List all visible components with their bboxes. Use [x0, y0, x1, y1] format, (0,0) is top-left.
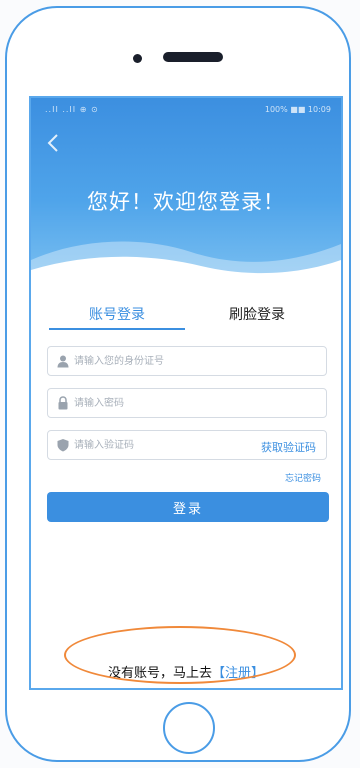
password-input[interactable]	[74, 389, 320, 417]
password-field	[47, 388, 327, 418]
register-prompt-text: 没有账号，马上去	[107, 666, 212, 681]
lock-icon	[58, 396, 68, 410]
welcome-title: 您好！欢迎您登录！	[87, 190, 285, 214]
tab-account-login[interactable]: 账号登录	[49, 304, 185, 324]
login-button[interactable]: 登录	[47, 492, 329, 522]
chevron-left-icon[interactable]	[45, 132, 61, 154]
user-icon	[57, 355, 69, 368]
id-number-field	[47, 346, 327, 376]
tab-face-login[interactable]: 刷脸登录	[189, 304, 325, 324]
header-banner: ..II ..II ⊕ ⊙ 100% ■■ 10:09 您好！欢迎您登录！	[31, 98, 341, 286]
active-tab-indicator	[49, 328, 185, 330]
register-link[interactable]: 【注册】	[212, 666, 264, 681]
register-prompt: 没有账号，马上去【注册】	[31, 662, 341, 681]
get-code-button[interactable]: 获取验证码	[261, 439, 316, 455]
page-canvas: ..II ..II ⊕ ⊙ 100% ■■ 10:09 您好！欢迎您登录！ 账号…	[0, 0, 360, 768]
home-button[interactable]	[163, 702, 215, 754]
phone-frame: ..II ..II ⊕ ⊙ 100% ■■ 10:09 您好！欢迎您登录！ 账号…	[5, 6, 351, 762]
forgot-password-link[interactable]: 忘记密码	[285, 471, 321, 484]
shield-icon	[57, 439, 69, 452]
verification-code-input[interactable]	[74, 431, 244, 459]
header-wave-decoration	[31, 241, 341, 286]
status-bar: ..II ..II ⊕ ⊙ 100% ■■ 10:09	[31, 98, 341, 120]
status-signal: ..II ..II ⊕ ⊙	[45, 105, 99, 114]
phone-screen: ..II ..II ⊕ ⊙ 100% ■■ 10:09 您好！欢迎您登录！ 账号…	[29, 96, 343, 690]
id-number-input[interactable]	[74, 347, 320, 375]
verification-code-field: 获取验证码	[47, 430, 327, 460]
front-camera	[133, 54, 142, 63]
earpiece-speaker	[163, 52, 223, 62]
status-battery-time: 100% ■■ 10:09	[264, 105, 331, 114]
